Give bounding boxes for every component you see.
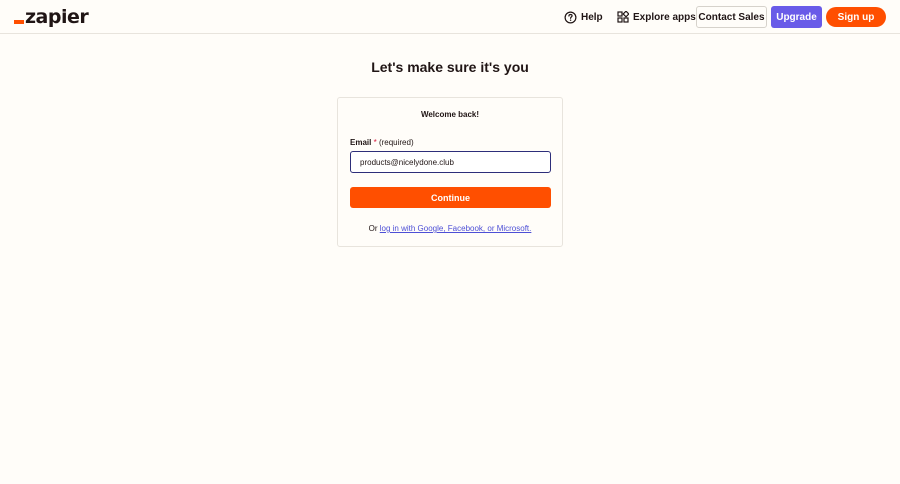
logo-dash <box>14 20 24 24</box>
required-star: * <box>373 138 377 147</box>
alternative-login: Or log in with Google, Facebook, or Micr… <box>338 224 562 233</box>
social-login-link[interactable]: log in with Google, Facebook, or Microso… <box>380 224 532 233</box>
explore-apps-label: Explore apps <box>633 11 696 23</box>
alt-login-prefix: Or <box>368 224 378 233</box>
welcome-heading: Welcome back! <box>420 110 480 119</box>
contact-sales-button[interactable]: Contact Sales <box>696 6 767 28</box>
required-text: (required) <box>378 138 414 147</box>
email-label-text: Email <box>350 138 372 147</box>
explore-apps-link[interactable]: Explore apps <box>617 9 696 25</box>
help-label: Help <box>581 11 603 23</box>
help-link[interactable]: Help <box>564 9 603 25</box>
top-navigation: zapier Help Explore apps Contact Sales U… <box>0 0 900 34</box>
page-title: Let's make sure it's you <box>371 59 529 75</box>
zapier-logo[interactable]: zapier <box>14 6 89 28</box>
email-label: Email * (required) <box>350 138 414 147</box>
help-circle-icon <box>564 11 577 23</box>
upgrade-button[interactable]: Upgrade <box>771 6 822 28</box>
login-card: Welcome back! Email * (required) Continu… <box>337 97 563 247</box>
sign-up-button[interactable]: Sign up <box>826 7 886 27</box>
continue-button[interactable]: Continue <box>350 187 551 208</box>
apps-grid-icon <box>617 11 629 23</box>
email-field[interactable] <box>350 151 551 173</box>
logo-text: zapier <box>25 6 89 28</box>
